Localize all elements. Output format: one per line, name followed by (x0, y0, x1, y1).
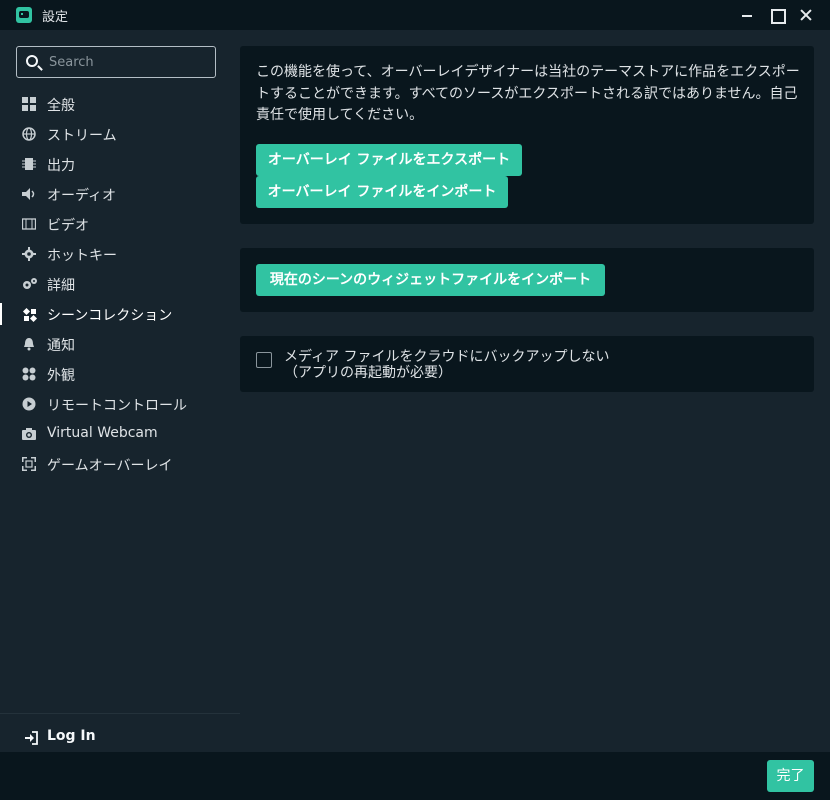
media-backup-label: メディア ファイルをクラウドにバックアップしない （アプリの再起動が必要） (284, 349, 609, 381)
sidebar-item-label: ビデオ (47, 218, 89, 234)
settings-sidebar: 全般 ストリーム 出力 オーディオ ビデオ ホットキー 詳細 (0, 30, 240, 752)
sidebar-item-label: シーンコレクション (47, 308, 173, 324)
sidebar-item-audio[interactable]: オーディオ (0, 179, 240, 209)
sign-in-icon (24, 730, 38, 745)
search-input[interactable] (49, 53, 209, 71)
streamlabs-logo-icon (16, 7, 32, 23)
globe-icon (22, 127, 36, 141)
sidebar-divider (0, 713, 240, 714)
maximize-icon[interactable] (767, 5, 787, 25)
palette-icon (22, 367, 36, 381)
sidebar-item-label: 詳細 (47, 278, 75, 294)
sidebar-item-label: ゲームオーバーレイ (47, 458, 173, 474)
overlay-file-card: この機能を使って、オーバーレイデザイナーは当社のテーマストアに作品をエクスポート… (240, 46, 814, 224)
search-icon (26, 55, 38, 67)
play-circle-icon (22, 397, 36, 411)
camera-icon (22, 427, 36, 441)
done-button[interactable]: 完了 (767, 760, 814, 792)
sidebar-item-general[interactable]: 全般 (0, 89, 240, 119)
widget-file-card: 現在のシーンのウィジェットファイルをインポート (240, 248, 814, 312)
sidebar-item-label: ストリーム (47, 128, 117, 144)
sidebar-item-stream[interactable]: ストリーム (0, 119, 240, 149)
minimize-icon[interactable] (737, 5, 757, 25)
media-backup-label-line1: メディア ファイルをクラウドにバックアップしない (284, 349, 610, 365)
sidebar-item-label: 外観 (47, 368, 75, 384)
export-overlay-button[interactable]: オーバーレイ ファイルをエクスポート (256, 144, 522, 176)
search-box[interactable] (16, 46, 216, 78)
sidebar-item-advanced[interactable]: 詳細 (0, 269, 240, 299)
sidebar-item-output[interactable]: 出力 (0, 149, 240, 179)
grid-icon (22, 97, 36, 111)
import-widget-file-button[interactable]: 現在のシーンのウィジェットファイルをインポート (256, 264, 605, 296)
media-backup-label-line2: （アプリの再起動が必要） (284, 365, 452, 381)
bell-icon (22, 337, 36, 351)
film-icon (21, 217, 37, 231)
speaker-icon (22, 187, 36, 201)
sidebar-item-notifications[interactable]: 通知 (0, 329, 240, 359)
sidebar-item-scene-collections[interactable]: シーンコレクション (0, 299, 240, 329)
sidebar-item-label: オーディオ (47, 188, 117, 204)
close-icon[interactable] (796, 5, 816, 25)
sidebar-item-label: 出力 (47, 158, 75, 174)
overlay-description: この機能を使って、オーバーレイデザイナーは当社のテーマストアに作品をエクスポート… (256, 64, 800, 123)
modal-footer: 完了 (0, 752, 830, 800)
sidebar-item-appearance[interactable]: 外観 (0, 359, 240, 389)
chip-icon (22, 157, 36, 171)
sidebar-item-virtual-webcam[interactable]: Virtual Webcam (0, 419, 240, 449)
title-bar: 設定 (0, 0, 830, 30)
gear-icon (22, 247, 36, 261)
login-label: Log In (47, 728, 96, 744)
sidebar-item-game-overlay[interactable]: ゲームオーバーレイ (0, 449, 240, 479)
sidebar-item-video[interactable]: ビデオ (0, 209, 240, 239)
expand-icon (22, 457, 36, 471)
puzzle-icon (22, 307, 38, 323)
sidebar-item-label: ホットキー (47, 248, 117, 264)
sidebar-item-label: 通知 (47, 338, 75, 354)
import-overlay-button[interactable]: オーバーレイ ファイルをインポート (256, 176, 508, 208)
window-title: 設定 (42, 10, 69, 25)
media-backup-card: メディア ファイルをクラウドにバックアップしない （アプリの再起動が必要） (240, 336, 814, 392)
sidebar-item-label: リモートコントロール (47, 398, 187, 414)
sidebar-item-label: Virtual Webcam (47, 425, 158, 441)
disable-media-backup-checkbox[interactable] (256, 352, 272, 368)
sidebar-item-hotkeys[interactable]: ホットキー (0, 239, 240, 269)
gears-icon (22, 277, 37, 291)
sidebar-item-remote-control[interactable]: リモートコントロール (0, 389, 240, 419)
sidebar-item-label: 全般 (47, 98, 75, 114)
